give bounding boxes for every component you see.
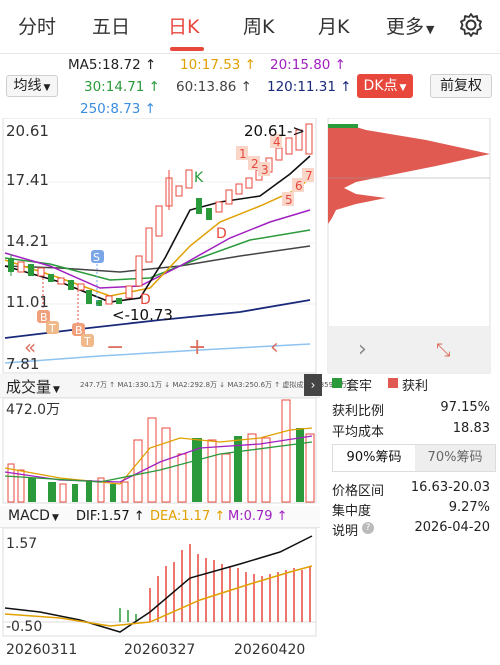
profit-legend-swatch xyxy=(388,378,398,388)
macd-dif: DIF:1.57 ↑ xyxy=(76,509,145,524)
seq-marker-2: 2 xyxy=(251,157,259,171)
b-marker-1: B xyxy=(40,311,48,324)
ma10-value: 10:17.53 ↑ xyxy=(180,57,256,73)
scroll-left-icon[interactable]: « xyxy=(24,335,36,359)
chip-profit-area xyxy=(328,124,490,224)
profit-ratio-value: 97.15% xyxy=(440,400,490,415)
concentration-label: 集中度 xyxy=(332,504,372,519)
seq-marker-5: 5 xyxy=(285,193,293,207)
chip-distribution-chart: › ⤡ xyxy=(327,118,491,374)
price-axis-2: 17.41 xyxy=(6,171,49,189)
dk-point-button[interactable]: DK点 ▼ xyxy=(357,74,413,98)
date-label-end: 20260420 xyxy=(234,642,306,658)
macd-dea: DEA:1.17 ↑ xyxy=(150,509,226,524)
collapse-panel-icon[interactable]: › xyxy=(304,374,322,396)
chip-range-tabs: 90%筹码 70%筹码 xyxy=(332,444,496,472)
profit-ratio-label: 获利比例 xyxy=(332,404,385,419)
zoom-out-icon[interactable]: − xyxy=(106,335,124,360)
ma5-value: MA5:18.72 ↑ xyxy=(68,57,157,73)
ma60-value: 60:13.86 ↑ xyxy=(176,79,252,95)
volume-title[interactable]: 成交量 ▼ xyxy=(6,376,60,397)
chip-next-icon[interactable]: › xyxy=(358,337,367,362)
dk-point-label: DK点 xyxy=(363,78,398,94)
zoom-in-icon[interactable]: + xyxy=(188,335,206,360)
macd-title-label: MACD xyxy=(8,508,50,524)
note-date-value: 2026-04-20 xyxy=(414,520,490,535)
volume-axis-top: 472.0万 xyxy=(6,402,60,418)
profit-legend-label: 获利 xyxy=(402,379,429,394)
ma250-line xyxy=(4,343,311,364)
tab-monthly-k[interactable]: 月K xyxy=(318,12,349,39)
fq-button[interactable]: 前复权 xyxy=(430,74,492,98)
macd-bars xyxy=(119,544,311,622)
macd-chart: 1.57 -0.50 xyxy=(2,528,317,637)
avg-cost-value: 18.83 xyxy=(452,421,490,436)
volume-chart: 472.0万 xyxy=(2,398,317,504)
trapped-legend-swatch xyxy=(332,378,342,388)
tab-90-chips[interactable]: 90%筹码 xyxy=(333,445,415,471)
date-label-mid: 20260327 xyxy=(124,642,196,658)
d-marker-1: D xyxy=(216,226,227,242)
ma120-value: 120:11.31 ↑ xyxy=(267,79,352,95)
price-range-label: 价格区间 xyxy=(332,484,385,499)
tab-more[interactable]: 更多 ▼ xyxy=(386,12,434,39)
b-marker-2: B xyxy=(75,324,83,337)
avg-cost-label: 平均成本 xyxy=(332,425,385,440)
price-axis-top: 20.61 xyxy=(6,122,49,140)
note-label: 说明 xyxy=(332,524,359,539)
concentration-value: 9.27% xyxy=(448,500,490,515)
tab-intraday[interactable]: 分时 xyxy=(18,12,56,39)
step-left-icon[interactable]: ‹ xyxy=(270,335,279,360)
candles xyxy=(8,123,313,306)
seq-marker-1: 1 xyxy=(239,147,247,161)
price-axis-3: 14.21 xyxy=(6,232,49,250)
ma60-line xyxy=(4,245,311,273)
tab-five-day[interactable]: 五日 xyxy=(92,12,130,39)
seq-marker-3: 3 xyxy=(261,163,269,177)
volume-header: 成交量 ▼ 247.7万 ↑ MA1:330.1万 ↓ MA2:292.8万 ↓ … xyxy=(0,374,347,398)
chip-trapped-area xyxy=(328,124,358,128)
caret-down-icon: ▼ xyxy=(51,513,59,523)
help-icon[interactable]: ? xyxy=(362,522,374,534)
caret-down-icon: ▼ xyxy=(399,83,407,93)
macd-title[interactable]: MACD ▼ xyxy=(8,508,59,524)
macd-axis-top: 1.57 xyxy=(6,536,37,552)
macd-axis-bottom: -0.50 xyxy=(6,619,42,635)
volume-title-label: 成交量 xyxy=(6,378,52,396)
t-marker-2: T xyxy=(83,335,91,348)
tab-weekly-k[interactable]: 周K xyxy=(243,12,274,39)
expand-icon[interactable]: ⤡ xyxy=(436,340,450,361)
price-range-value: 16.63-20.03 xyxy=(410,480,490,495)
ma250-value: 250:8.73 ↑ xyxy=(80,101,156,117)
caret-down-icon: ▼ xyxy=(426,23,435,36)
tab-daily-k[interactable]: 日K xyxy=(168,12,199,39)
ma-select[interactable]: 均线 ▼ xyxy=(6,75,58,97)
seq-marker-6: 6 xyxy=(295,179,303,193)
high-price-label: 20.61-> xyxy=(244,122,305,140)
ma-select-label: 均线 xyxy=(13,78,42,94)
ma30-value: 30:14.71 ↑ xyxy=(84,79,160,95)
ma20-value: 20:15.80 ↑ xyxy=(270,57,346,73)
macd-header: MACD ▼ DIF:1.57 ↑ DEA:1.17 ↑ M:0.79 ↑ xyxy=(0,506,320,528)
t-marker-1: T xyxy=(48,322,56,335)
tab-more-label: 更多 xyxy=(386,16,425,38)
macd-m: M:0.79 ↑ xyxy=(228,509,288,524)
period-tabs: 分时 五日 日K 周K 月K 更多 ▼ xyxy=(0,0,500,54)
gear-icon[interactable] xyxy=(458,12,484,42)
seq-marker-7: 7 xyxy=(305,169,313,183)
trapped-legend-label: 套牢 xyxy=(346,379,373,394)
caret-down-icon: ▼ xyxy=(53,385,60,395)
k-marker: K xyxy=(194,170,204,186)
price-axis-4: 11.01 xyxy=(6,293,49,311)
active-tab-underline xyxy=(170,47,204,51)
s-marker: S xyxy=(93,251,100,264)
low-price-label: <-10.73 xyxy=(112,306,173,324)
ma30-line xyxy=(4,229,311,281)
tab-70-chips[interactable]: 70%筹码 xyxy=(415,445,495,471)
caret-down-icon: ▼ xyxy=(43,83,51,93)
candlestick-chart[interactable]: 1 2 3 4 5 6 7 20.61-> <-10.73 K D D S B … xyxy=(0,118,320,374)
d-marker-2: D xyxy=(140,292,151,308)
date-label-start: 20260311 xyxy=(6,642,78,658)
